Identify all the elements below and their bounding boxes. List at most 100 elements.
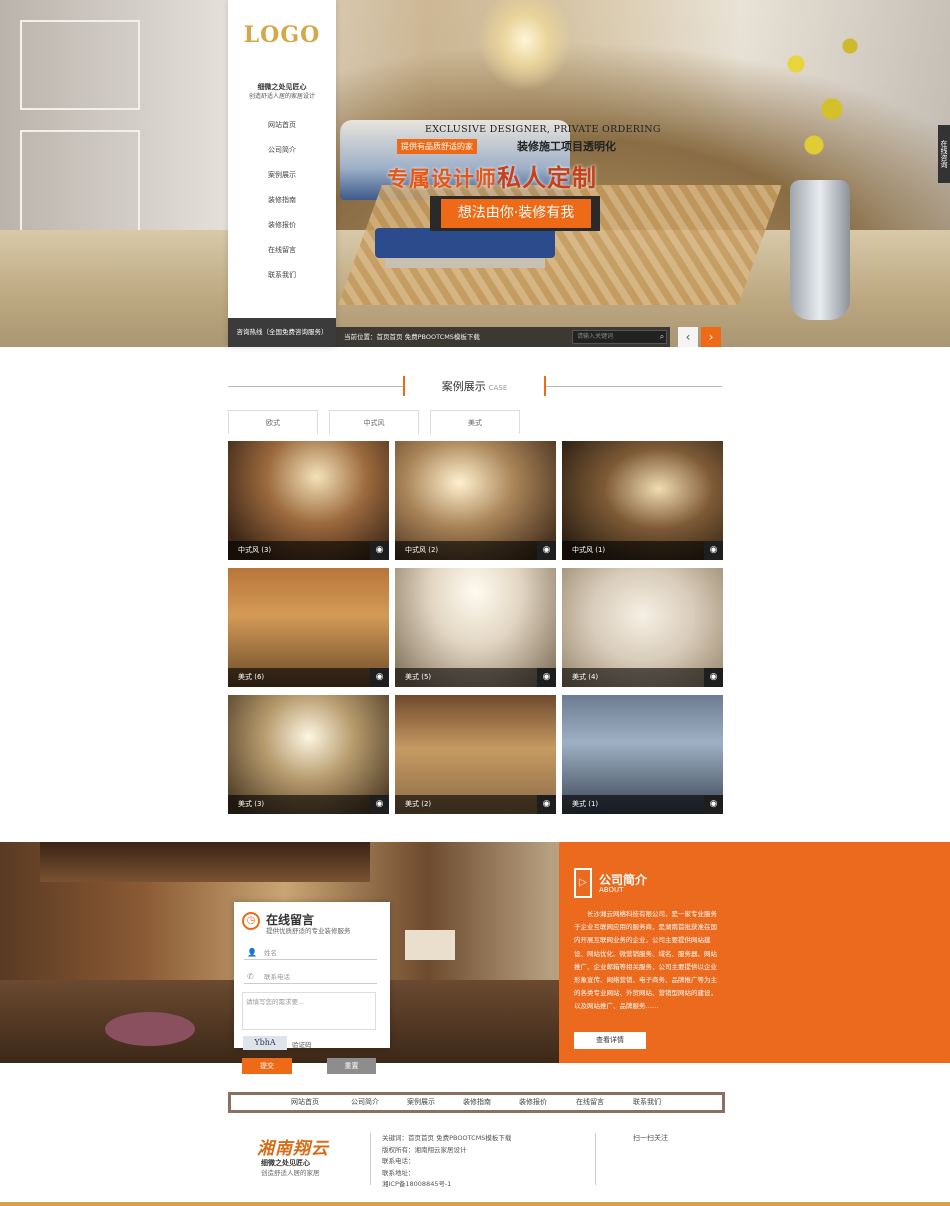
case-label: 中式风 (2)	[395, 541, 556, 560]
menu-item-message[interactable]: 在线留言	[228, 238, 336, 263]
phone-field[interactable]: 联系电话	[244, 970, 377, 984]
footer-nav-item[interactable]: 装修指南	[463, 1095, 491, 1110]
submit-button[interactable]: 提交	[242, 1058, 292, 1074]
search-icon[interactable]: ⌕	[656, 331, 668, 343]
menu-item-cases[interactable]: 案例展示	[228, 163, 336, 188]
captcha-label: 验证码	[292, 1041, 312, 1049]
vase	[790, 180, 850, 320]
footer-icp[interactable]: 湘ICP备18008845号-1	[382, 1179, 511, 1191]
stool	[105, 1012, 195, 1046]
footer-info-line: 联系电话：	[382, 1157, 415, 1165]
divider	[595, 1133, 596, 1185]
case-card[interactable]: 中式风 (2) ◉	[395, 441, 556, 560]
case-card[interactable]: 美式 (2) ◉	[395, 695, 556, 814]
menu-item-guide[interactable]: 装修指南	[228, 188, 336, 213]
tab-european[interactable]: 欧式	[228, 410, 318, 434]
about-subtitle: ABOUT	[599, 886, 624, 894]
case-card[interactable]: 美式 (6) ◉	[228, 568, 389, 687]
footer-info-line: 联系地址：	[382, 1168, 415, 1177]
phone-icon: ✆	[247, 972, 254, 981]
side-consult-tab[interactable]: 在线咨询	[938, 125, 950, 183]
footer-logo[interactable]: 湘南翔云	[257, 1134, 329, 1159]
case-label: 美式 (3)	[228, 795, 389, 814]
content-field[interactable]: 请填写您的需求要...	[242, 992, 376, 1030]
qq-icon[interactable]: ◉	[537, 795, 556, 814]
case-section-title: 案例展示 CASE	[403, 376, 546, 396]
main-menu: 网站首页 公司简介 案例展示 装修指南 装修报价 在线留言 联系我们	[228, 113, 336, 288]
footer-nav-item[interactable]: 网站首页	[291, 1095, 319, 1110]
chandelier	[470, 0, 580, 100]
case-label: 美式 (5)	[395, 668, 556, 687]
wall-panel	[20, 130, 140, 240]
hero-tag-orange: 提供有品质舒适的家	[397, 139, 477, 154]
footer-info: 关键词：首页首页 免费PBOOTCMS模板下载 版权所有：湘南翔云家居设计 联系…	[382, 1133, 511, 1191]
captcha-image[interactable]: YbhA	[243, 1036, 287, 1050]
slogan-line2: 创造舒适人居的家居设计	[248, 93, 315, 100]
footer-info-line: 关键词：首页首页 免费PBOOTCMS模板下载	[382, 1134, 512, 1142]
search-input[interactable]: 请输入关键词	[572, 330, 667, 344]
about-text: 长沙湘云网络科技有限公司，是一家专业服务于企业互联网应用的服务商，是湖南首批获准…	[574, 910, 717, 1011]
more-button[interactable]: 查看详情	[574, 1032, 646, 1049]
footer-nav-item[interactable]: 在线留言	[576, 1095, 604, 1110]
menu-item-home[interactable]: 网站首页	[228, 113, 336, 138]
flowers	[760, 10, 880, 190]
menu-item-about[interactable]: 公司简介	[228, 138, 336, 163]
bench	[375, 228, 555, 258]
hero-tag-dark: 装修施工项目透明化	[517, 140, 616, 153]
case-card[interactable]: 中式风 (3) ◉	[228, 441, 389, 560]
hero-english: EXCLUSIVE DESIGNER, PRIVATE ORDERING	[425, 124, 661, 135]
headline-a: 专属设计师	[387, 167, 497, 191]
qq-icon[interactable]: ◉	[370, 668, 389, 687]
logo[interactable]: LOGO	[228, 22, 336, 48]
footer-nav: 网站首页 公司简介 案例展示 装修指南 装修报价 在线留言 联系我们	[228, 1092, 725, 1113]
case-label: 美式 (4)	[562, 668, 723, 687]
case-label: 美式 (1)	[562, 795, 723, 814]
name-field[interactable]: 姓名	[244, 946, 377, 960]
qq-icon[interactable]: ◉	[537, 541, 556, 560]
hotline: 咨询热线（全国免费咨询服务）	[228, 318, 336, 347]
footer-nav-item[interactable]: 联系我们	[633, 1095, 661, 1110]
qq-icon[interactable]: ◉	[704, 795, 723, 814]
qq-icon[interactable]: ◉	[704, 668, 723, 687]
case-title-en: CASE	[488, 384, 508, 392]
tab-american[interactable]: 美式	[430, 410, 520, 434]
cta-button[interactable]: 想法由你·装修有我	[441, 199, 591, 228]
case-label: 中式风 (1)	[562, 541, 723, 560]
footer-info-line: 版权所有：湘南翔云家居设计	[382, 1145, 467, 1154]
qr-code-image: 扫一扫关注	[633, 1134, 668, 1142]
case-card[interactable]: 美式 (4) ◉	[562, 568, 723, 687]
lamp	[405, 930, 455, 960]
tab-chinese[interactable]: 中式风	[329, 410, 419, 434]
qq-icon[interactable]: ◉	[370, 541, 389, 560]
headline-b: 私人定制	[497, 164, 597, 192]
slider-prev-button[interactable]: ‹	[678, 327, 698, 347]
menu-item-quote[interactable]: 装修报价	[228, 213, 336, 238]
case-label: 美式 (2)	[395, 795, 556, 814]
ceiling	[40, 842, 370, 882]
case-card[interactable]: 美式 (1) ◉	[562, 695, 723, 814]
footer-nav-item[interactable]: 公司简介	[351, 1095, 379, 1110]
qq-icon[interactable]: ◉	[704, 541, 723, 560]
reset-button[interactable]: 重置	[327, 1058, 376, 1074]
case-label: 中式风 (3)	[228, 541, 389, 560]
qq-icon[interactable]: ◉	[537, 668, 556, 687]
message-subtitle: 提供优质舒适的专业装修服务	[266, 927, 351, 935]
case-card[interactable]: 中式风 (1) ◉	[562, 441, 723, 560]
clock-icon: ◷	[242, 912, 260, 930]
case-card[interactable]: 美式 (5) ◉	[395, 568, 556, 687]
wall-panel	[20, 20, 140, 110]
menu-item-contact[interactable]: 联系我们	[228, 263, 336, 288]
case-title-text: 案例展示	[441, 380, 486, 393]
footer-nav-item[interactable]: 案例展示	[407, 1095, 435, 1110]
footer-nav-item[interactable]: 装修报价	[519, 1095, 547, 1110]
nav-column: LOGO 细微之处见匠心 创造舒适人居的家居设计 网站首页 公司简介 案例展示 …	[228, 0, 336, 347]
case-card[interactable]: 美式 (3) ◉	[228, 695, 389, 814]
play-icon: ▷	[574, 868, 592, 898]
slider-next-button[interactable]: ›	[701, 327, 721, 347]
divider	[370, 1133, 371, 1185]
hero-headline: 专属设计师私人定制	[387, 158, 597, 193]
qq-icon[interactable]: ◉	[370, 795, 389, 814]
case-label: 美式 (6)	[228, 668, 389, 687]
bottom-line	[0, 1202, 950, 1206]
footer-slogan2: 创造舒适人居的家居	[261, 1169, 320, 1177]
